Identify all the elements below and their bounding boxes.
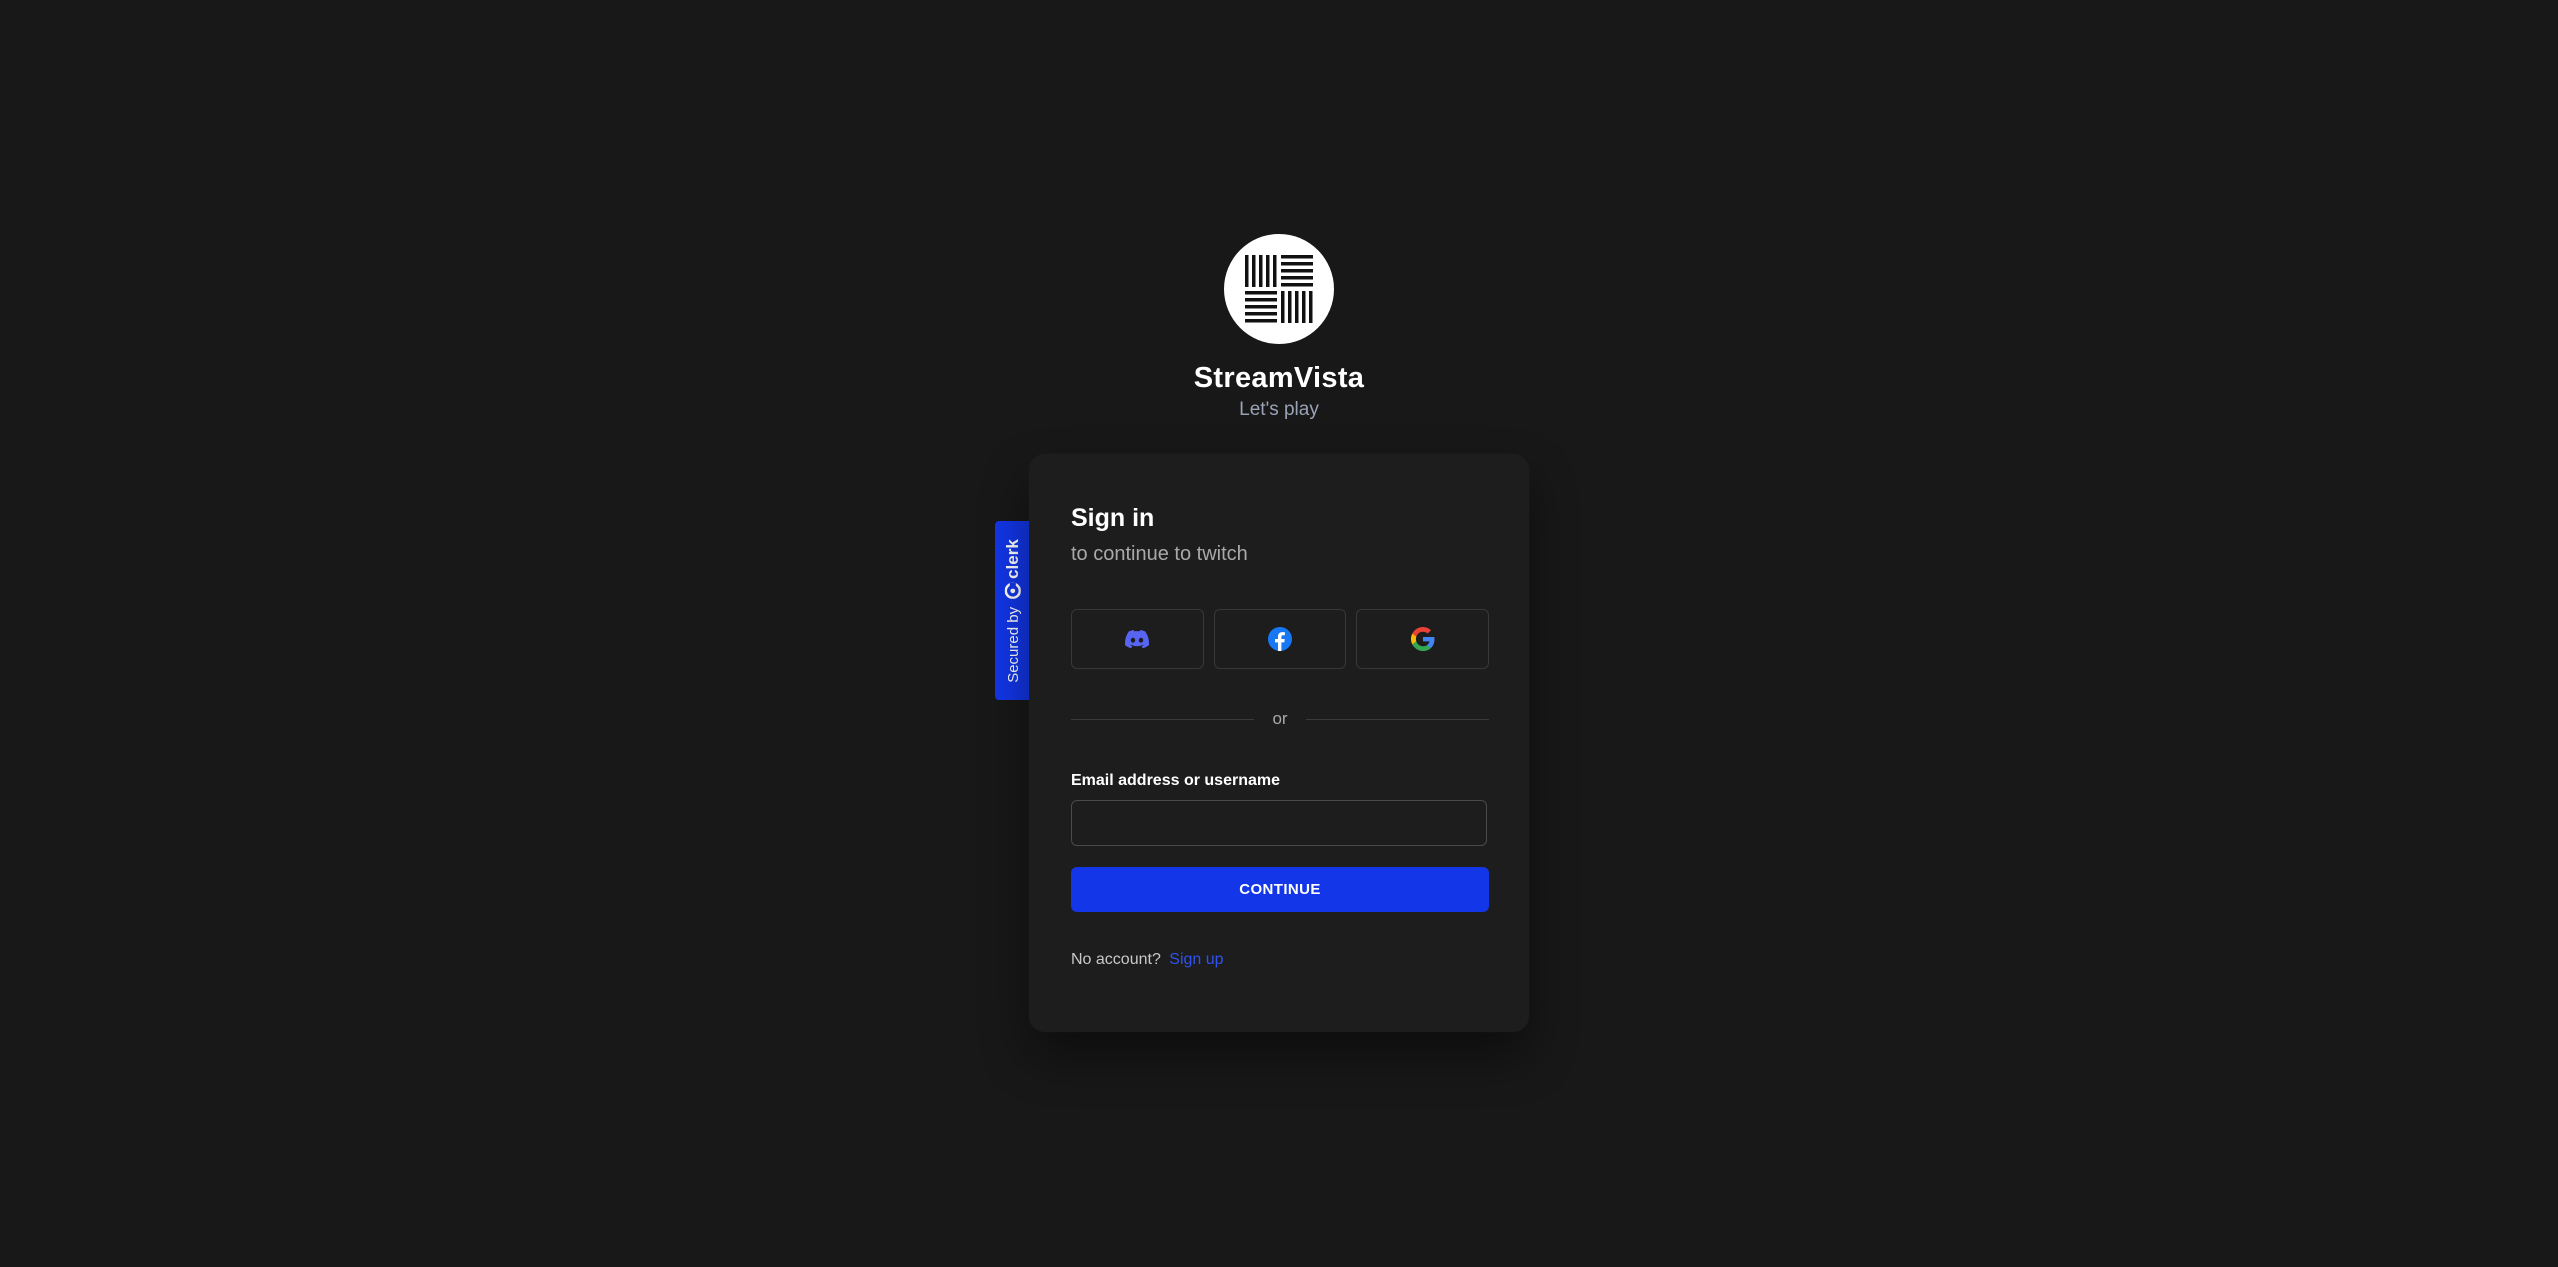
- facebook-login-button[interactable]: [1213, 609, 1347, 669]
- clerk-brand-label: clerk: [1003, 538, 1022, 579]
- sign-in-card: Sign in to continue to twitch or Email a…: [1029, 454, 1529, 1032]
- continue-button[interactable]: CONTINUE: [1071, 867, 1489, 912]
- secured-by-clerk-badge[interactable]: Secured by clerk: [995, 521, 1031, 700]
- divider-text: or: [1272, 709, 1288, 728]
- facebook-icon: [1268, 627, 1292, 651]
- card-title: Sign in: [1071, 504, 1155, 532]
- or-divider: or: [1071, 709, 1489, 729]
- social-login-row: [1071, 609, 1490, 669]
- email-field-label: Email address or username: [1071, 772, 1280, 789]
- secured-by-label: Secured by: [1004, 606, 1022, 683]
- google-login-button[interactable]: [1356, 609, 1490, 669]
- divider-line-right: [1305, 718, 1489, 720]
- sign-up-link[interactable]: Sign up: [1169, 951, 1223, 968]
- google-icon: [1410, 627, 1435, 651]
- app-logo: [1224, 234, 1334, 344]
- no-account-text: No account?: [1071, 951, 1161, 968]
- card-subtitle: to continue to twitch: [1071, 543, 1248, 565]
- discord-login-button[interactable]: [1071, 609, 1204, 669]
- app-tagline: Let's play: [1239, 399, 1319, 420]
- email-field[interactable]: [1071, 800, 1487, 846]
- clerk-logo-icon: [1005, 582, 1021, 599]
- app-name: StreamVista: [1193, 362, 1365, 394]
- striped-squares-logo-icon: [1245, 255, 1313, 323]
- sign-in-page: StreamVista Let's play Secured by clerk …: [0, 0, 2558, 1267]
- discord-icon: [1125, 630, 1150, 648]
- sign-up-prompt: No account? Sign up: [1071, 951, 1224, 969]
- divider-line-left: [1071, 718, 1255, 720]
